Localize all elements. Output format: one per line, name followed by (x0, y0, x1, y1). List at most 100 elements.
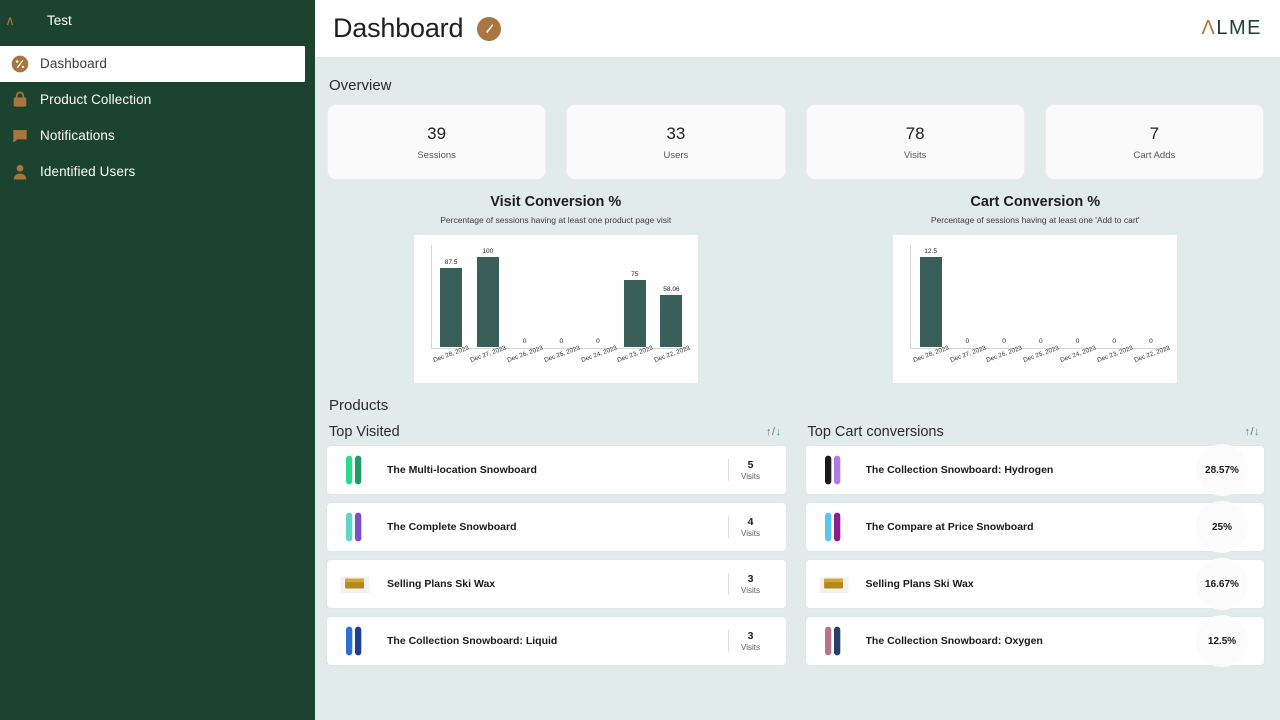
chart-bar-value-label: 0 (1112, 338, 1117, 345)
sidebar-item-label: Product Collection (40, 92, 152, 108)
chart-cart-conversion: Cart Conversion % Percentage of sessions… (807, 194, 1265, 383)
chart-bar-value-label: 0 (965, 338, 970, 345)
overview-stats: 39 Sessions 33 Users 78 Visits 7 Cart Ad… (327, 104, 1264, 180)
conversion-percent: 12.5% (1207, 635, 1237, 647)
page-title: Dashboard (333, 13, 464, 43)
product-name: The Collection Snowboard: Oxygen (865, 635, 1043, 647)
chart-bar-slot: 0 (543, 245, 580, 347)
logo-text: LME (1216, 17, 1262, 39)
chart-bar (660, 294, 683, 347)
list-item[interactable]: The Complete Snowboard 4 Visits (327, 503, 786, 551)
conversion-badge: 12.5% (1196, 615, 1248, 667)
top-bar: Dashboard ΛLME (315, 0, 1280, 57)
visits-inner: 5 Visits (738, 459, 764, 481)
gauge-icon (477, 16, 502, 41)
stat-value: 78 (905, 123, 925, 143)
sort-toggle-visited[interactable]: ↑/↓ (766, 426, 782, 438)
sidebar-brand[interactable]: ∧ Test (0, 0, 315, 40)
chart-x-tick: Dec 25, 2023 (1022, 345, 1061, 383)
user-icon (10, 162, 30, 182)
logo-a-glyph: Λ (1201, 17, 1217, 39)
content-scroll: Overview 39 Sessions 33 Users 78 Visits … (315, 57, 1280, 720)
list-item[interactable]: The Collection Snowboard: Hydrogen 28.57% (805, 444, 1264, 496)
chart-title: Cart Conversion % (970, 194, 1101, 210)
chart-bar-slot: 0 (1096, 245, 1133, 347)
products-heading: Products (329, 397, 389, 414)
chart-plot-area: 87.5 100 0 0 0 75 58.06 Dec 28, 2023 Dec 27, 20… (413, 235, 698, 383)
chart-bar-slot: 58.06 (653, 245, 690, 347)
sort-desc-icon[interactable]: ↓ (1254, 426, 1260, 438)
visits-inner: 3 Visits (738, 630, 764, 652)
sort-desc-icon[interactable]: ↓ (776, 426, 782, 438)
list-item[interactable]: Selling Plans Ski Wax 3 Visits (327, 560, 786, 608)
stat-value: 39 (427, 123, 447, 143)
chart-x-tick-labels: Dec 28, 2023 Dec 27, 2023 Dec 26, 2023 Dec … (911, 345, 1171, 383)
conversion-percent: 28.57% (1205, 464, 1239, 476)
product-name: The Complete Snowboard (387, 521, 517, 533)
top-cart-list: The Collection Snowboard: Hydrogen 28.57%… (805, 444, 1264, 667)
product-thumbnail-snowboard-cyan (814, 507, 854, 547)
top-cart-title: Top Cart conversions (807, 424, 944, 440)
visits-count: 5 (747, 459, 754, 471)
product-name: The Compare at Price Snowboard (865, 521, 1034, 533)
stat-value: 33 (666, 123, 686, 143)
chart-bar-value-label: 0 (1075, 338, 1080, 345)
chart-bar-slot: 0 (1059, 245, 1096, 347)
chart-bar-value-label: 87.5 (444, 259, 458, 267)
app-logo: ΛLME (1202, 17, 1262, 40)
product-thumbnail-snowboard-blue (335, 621, 375, 661)
list-item[interactable]: The Collection Snowboard: Liquid 3 Visits (327, 617, 786, 665)
list-item[interactable]: Selling Plans Ski Wax 16.67% (805, 558, 1264, 610)
chart-subtitle: Percentage of sessions having at least o… (930, 215, 1140, 225)
stat-card-cart-adds[interactable]: 7 Cart Adds (1044, 104, 1264, 180)
product-name: Selling Plans Ski Wax (865, 578, 974, 590)
product-thumbnail-snowboard-purple (814, 450, 854, 490)
visits-inner: 4 Visits (738, 516, 764, 538)
stat-value: 7 (1149, 123, 1160, 143)
list-item[interactable]: The Collection Snowboard: Oxygen 12.5% (805, 615, 1264, 667)
sidebar-item-notifications[interactable]: Notifications (0, 118, 315, 154)
chat-bubble-icon (10, 126, 30, 146)
visits-count: 3 (747, 630, 754, 642)
sidebar-item-label: Identified Users (40, 164, 136, 180)
list-item[interactable]: The Multi-location Snowboard 5 Visits (327, 446, 786, 494)
main-area: Dashboard ΛLME Overview 39 Sessions 33 U… (315, 0, 1280, 720)
chart-bar-slot: 0 (986, 245, 1023, 347)
list-item[interactable]: The Compare at Price Snowboard 25% (805, 501, 1264, 553)
chart-x-tick: Dec 26, 2023 (505, 345, 544, 383)
sidebar-item-product-collection[interactable]: Product Collection (0, 82, 315, 118)
chart-bar-slot: 75 (616, 245, 653, 347)
visits-metric: 3 Visits (727, 630, 782, 652)
sort-toggle-cart[interactable]: ↑/↓ (1244, 426, 1260, 438)
stat-card-users[interactable]: 33 Users (566, 104, 786, 180)
chart-axes: 87.5 100 0 0 0 75 58.06 (430, 245, 690, 349)
top-bar-left: Dashboard (333, 13, 502, 44)
sidebar: ∧ Test Dashboard Product Collection Noti… (0, 0, 315, 720)
sidebar-item-label: Dashboard (40, 56, 107, 72)
chart-x-tick: Dec 24, 2023 (1059, 345, 1098, 383)
brand-logo-icon: ∧ (5, 12, 15, 28)
chart-bar-slot: 0 (1022, 245, 1059, 347)
conversion-badge: 25% (1196, 501, 1248, 553)
stat-label: Sessions (417, 149, 456, 161)
stat-card-visits[interactable]: 78 Visits (805, 104, 1025, 180)
top-visited-title: Top Visited (329, 424, 400, 440)
chart-x-tick: Dec 28, 2023 (911, 345, 950, 383)
conversion-percent: 16.67% (1205, 578, 1239, 590)
divider (727, 516, 729, 538)
visits-metric: 5 Visits (727, 459, 782, 481)
sidebar-item-dashboard[interactable]: Dashboard (0, 46, 305, 82)
chart-x-tick: Dec 26, 2023 (985, 345, 1024, 383)
visits-label: Visits (741, 586, 760, 595)
chart-title: Visit Conversion % (490, 194, 622, 210)
chart-x-tick: Dec 22, 2023 (1132, 345, 1171, 383)
chart-x-tick: Dec 24, 2023 (579, 345, 618, 383)
conversion-badge: 16.67% (1196, 558, 1248, 610)
products-top-visited: Top Visited ↑/↓ The Multi-location Snowb… (327, 420, 786, 665)
chart-bar-value-label: 0 (1002, 338, 1006, 345)
chart-x-tick: Dec 25, 2023 (542, 345, 581, 383)
product-name: The Collection Snowboard: Hydrogen (865, 464, 1054, 476)
stat-card-sessions[interactable]: 39 Sessions (327, 104, 547, 180)
chart-x-tick: Dec 22, 2023 (653, 345, 692, 383)
sidebar-item-identified-users[interactable]: Identified Users (0, 154, 315, 190)
